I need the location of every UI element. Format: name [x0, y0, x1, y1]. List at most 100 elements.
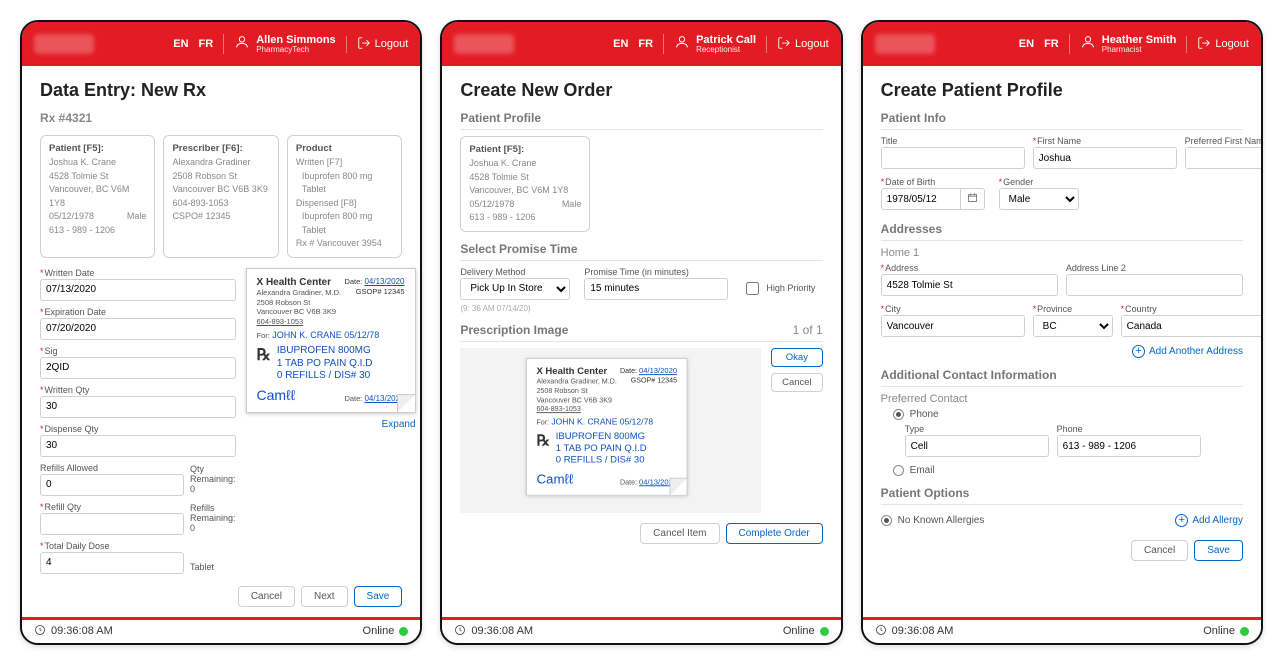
footer-status: Online — [1203, 625, 1235, 637]
high-priority-checkbox[interactable] — [746, 282, 759, 295]
rx-center: X Health Center — [257, 277, 342, 288]
refills-allowed-input[interactable] — [40, 474, 184, 496]
logo — [34, 34, 94, 54]
save-button[interactable]: Save — [354, 586, 403, 607]
logo — [454, 34, 514, 54]
patient-card[interactable]: Patient [F5]: Joshua K. Crane 4528 Tolmi… — [40, 135, 155, 258]
patient-phone: 613 - 989 - 1206 — [49, 224, 146, 238]
logout-button[interactable]: Logout — [346, 36, 409, 53]
calendar-icon — [967, 192, 978, 206]
province-select[interactable]: BC — [1033, 315, 1113, 337]
logo — [875, 34, 935, 54]
section-options: Patient Options — [881, 486, 1243, 505]
section-image: Prescription Image — [460, 323, 568, 337]
patient-card-head: Patient [F5]: — [49, 142, 146, 156]
promise-input[interactable] — [584, 278, 728, 300]
product-line2: Ibuprofen 800 mg Tablet — [296, 170, 393, 197]
cancel-button[interactable]: Cancel — [238, 586, 295, 607]
clock-icon — [875, 624, 887, 639]
lang-fr[interactable]: FR — [199, 38, 214, 50]
logout-button[interactable]: Logout — [766, 36, 829, 53]
okay-button[interactable]: Okay — [771, 348, 823, 367]
save-button[interactable]: Save — [1194, 540, 1243, 561]
calendar-button[interactable] — [961, 188, 985, 210]
footer-time: 09:36:08 AM — [471, 625, 533, 637]
expand-link[interactable]: Expand — [246, 419, 416, 430]
rx-addr2: Vancouver BC V6B 3K9 — [257, 307, 342, 317]
lang-fr[interactable]: FR — [1044, 38, 1059, 50]
topbar: EN FR Allen Simmons PharmacyTech Logout — [22, 22, 420, 66]
first-input[interactable] — [1033, 147, 1177, 169]
expiration-date-input[interactable] — [40, 318, 236, 340]
gender-select[interactable]: Male — [999, 188, 1079, 210]
prescriber-name: Alexandra Gradiner — [172, 156, 269, 170]
total-daily-input[interactable] — [40, 552, 184, 574]
cancel-button[interactable]: Cancel — [1131, 540, 1188, 561]
contact-email-radio[interactable]: Email — [893, 465, 1243, 476]
lang-en[interactable]: EN — [1019, 38, 1034, 50]
patient-sex: Male — [562, 198, 582, 212]
footer: 09:36:08 AM Online — [442, 620, 840, 643]
rx-date-label: Date: — [620, 366, 637, 375]
title-input[interactable] — [881, 147, 1025, 169]
section-info: Patient Info — [881, 111, 1243, 130]
page-title: Create New Order — [460, 80, 822, 101]
rx-image: X Health Center Alexandra Gradiner, M.D.… — [526, 358, 688, 496]
user-block[interactable]: Allen Simmons PharmacyTech — [223, 34, 335, 55]
contact-phone-radio[interactable]: Phone — [893, 409, 1243, 420]
user-icon — [674, 34, 690, 53]
city-input[interactable] — [881, 315, 1025, 337]
prescriber-id: CSPO# 12345 — [172, 210, 269, 224]
written-qty-label: Written Qty — [40, 385, 236, 395]
user-name: Allen Simmons — [256, 34, 335, 46]
no-allergies-radio[interactable]: No Known Allergies — [881, 515, 985, 526]
lang-fr[interactable]: FR — [638, 38, 653, 50]
total-daily-label: Total Daily Dose — [40, 541, 184, 551]
phone-num-input[interactable] — [1057, 435, 1201, 457]
high-priority-check[interactable]: High Priority — [742, 279, 815, 302]
line2-input[interactable] — [1066, 274, 1243, 296]
rx-gsop: GSOP# 12345 — [620, 376, 677, 385]
refill-qty-input[interactable] — [40, 513, 184, 535]
phone-type-label: Type — [905, 424, 1049, 434]
address-input[interactable] — [881, 274, 1058, 296]
dispense-qty-input[interactable] — [40, 435, 236, 457]
written-qty-input[interactable] — [40, 396, 236, 418]
cancel-item-button[interactable]: Cancel Item — [640, 523, 719, 544]
add-allergy-link[interactable]: +Add Allergy — [1175, 514, 1243, 527]
prescriber-card[interactable]: Prescriber [F6]: Alexandra Gradiner 2508… — [163, 135, 278, 258]
logout-label: Logout — [1215, 38, 1249, 50]
rx-addr1: 2508 Robson St — [257, 298, 342, 308]
written-date-input[interactable] — [40, 279, 236, 301]
rx-bdate-label: Date: — [620, 478, 637, 487]
screen-data-entry: EN FR Allen Simmons PharmacyTech Logout … — [20, 20, 422, 645]
complete-order-button[interactable]: Complete Order — [726, 523, 823, 544]
user-block[interactable]: Patrick Call Receptionist — [663, 34, 756, 55]
country-input[interactable] — [1121, 315, 1261, 337]
user-block[interactable]: Heather Smith Pharmacist — [1069, 34, 1177, 55]
rx-date: 04/13/2020 — [639, 366, 677, 375]
delivery-select[interactable]: Pick Up In Store — [460, 278, 570, 300]
sig-input[interactable] — [40, 357, 236, 379]
product-card[interactable]: Product Written [F7] Ibuprofen 800 mg Ta… — [287, 135, 402, 258]
home-label: Home 1 — [881, 247, 1243, 259]
pref-input[interactable] — [1185, 147, 1261, 169]
promise-label: Promise Time (in minutes) — [584, 267, 728, 277]
dob-input[interactable] — [881, 188, 961, 210]
next-button[interactable]: Next — [301, 586, 348, 607]
patient-dob: 05/12/1978 — [469, 198, 514, 212]
phone-type-input[interactable] — [905, 435, 1049, 457]
cancel-image-button[interactable]: Cancel — [771, 373, 823, 392]
patient-card[interactable]: Patient [F5]: Joshua K. Crane 4528 Tolmi… — [460, 136, 590, 232]
page-title: Data Entry: New Rx — [40, 80, 402, 101]
lang-en[interactable]: EN — [613, 38, 628, 50]
footer-status: Online — [783, 625, 815, 637]
lang-en[interactable]: EN — [173, 38, 188, 50]
line2-label: Address Line 2 — [1066, 263, 1243, 273]
rx-date-label: Date: — [344, 277, 362, 286]
logout-button[interactable]: Logout — [1186, 36, 1249, 53]
user-name: Patrick Call — [696, 34, 756, 46]
add-address-link[interactable]: +Add Another Address — [881, 345, 1243, 358]
city-label: City — [881, 304, 1025, 314]
prescriber-addr2: Vancouver BC V6B 3K9 — [172, 183, 269, 197]
